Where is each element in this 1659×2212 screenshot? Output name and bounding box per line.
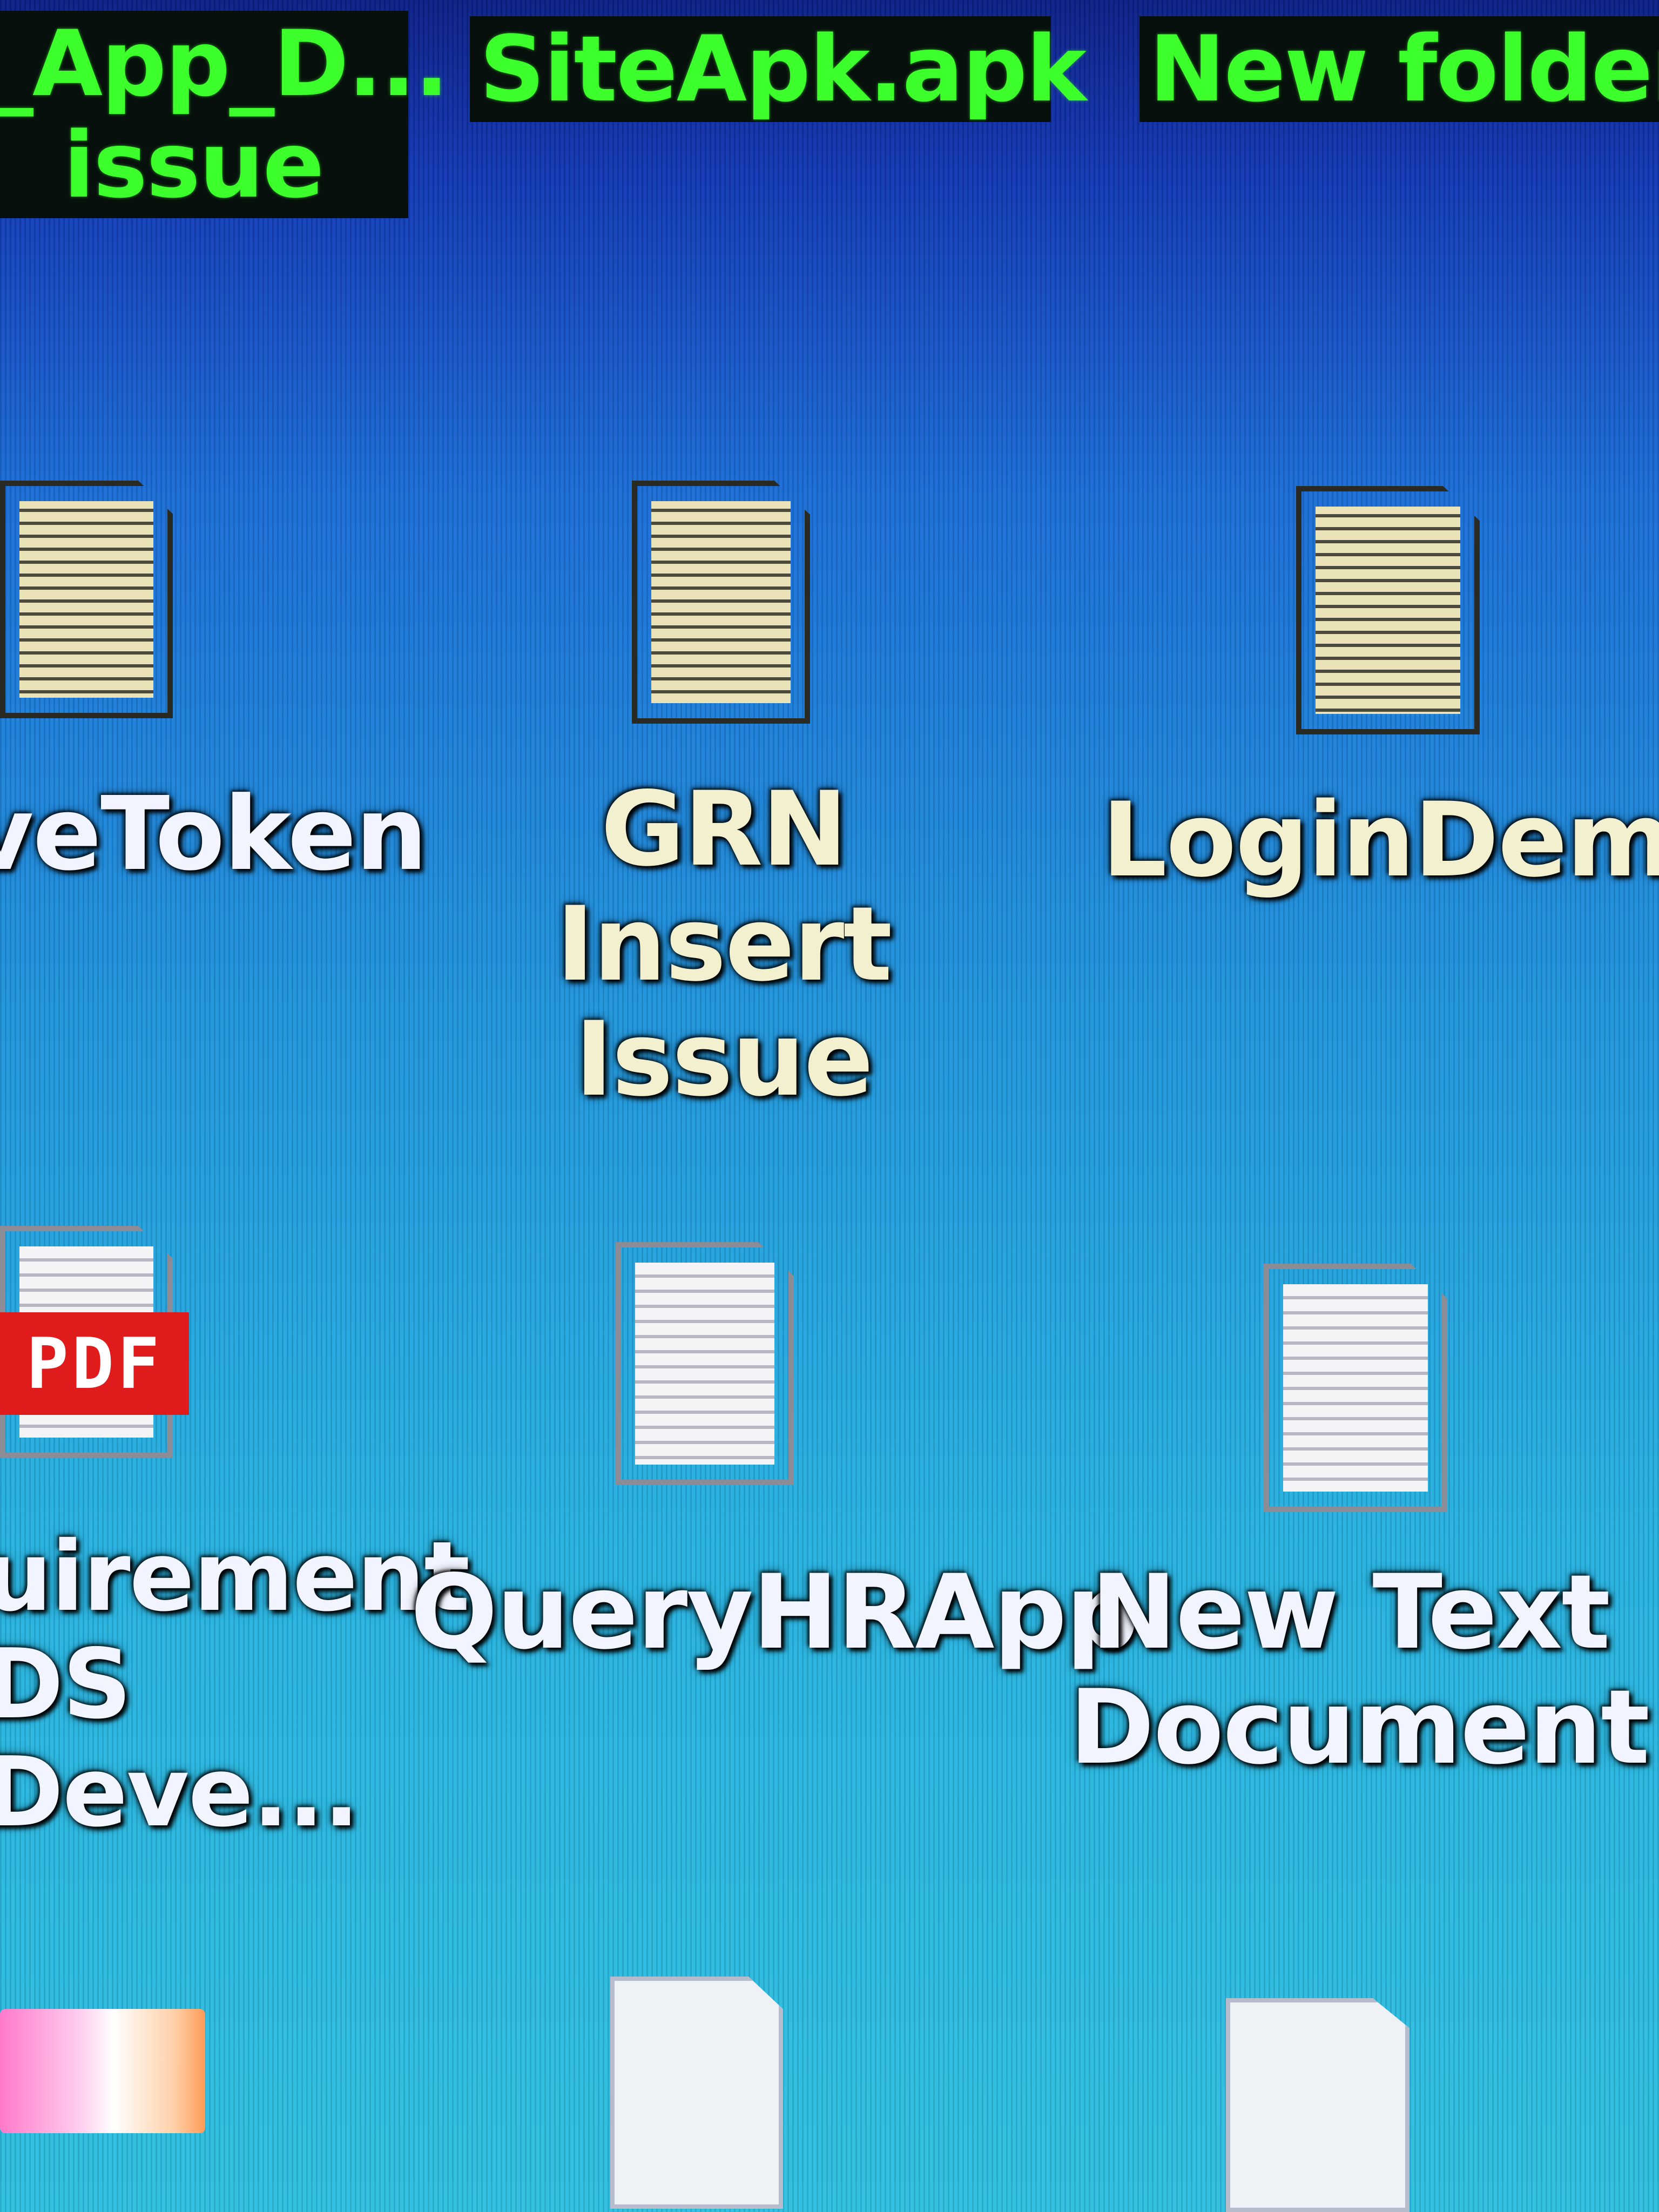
file-icon[interactable] [610,1977,783,2209]
desktop: _App_D... issue SiteApk.apk New folder v… [0,0,1659,2212]
desktop-item-label[interactable]: GRN Insert Issue [454,772,994,1117]
desktop-item-login-demo[interactable] [1296,486,1480,740]
desktop-item-grn-insert-issue[interactable] [632,481,815,729]
pdf-badge: PDF [0,1312,189,1415]
desktop-item-label[interactable]: veToken [0,777,428,892]
desktop-item-query-hr-app[interactable] [616,1242,799,1491]
desktop-item-label[interactable]: SiteApk.apk [470,16,1087,123]
text-document-icon [616,1242,794,1485]
desktop-item-label[interactable]: LoginDemo [1102,783,1659,898]
text-document-icon [1264,1264,1447,1512]
desktop-item-label[interactable]: New Text Document [1069,1555,1650,1785]
desktop-item-requirement-pdf[interactable]: PDF [0,1226,194,1464]
file-icon[interactable] [1226,1998,1410,2212]
desktop-item-label[interactable]: QueryHRApp [410,1555,1139,1670]
desktop-item-label[interactable]: New folder [1139,16,1659,123]
desktop-item-new-text-document[interactable] [1264,1264,1453,1518]
text-document-icon [1296,486,1480,734]
desktop-item-label[interactable]: _App_D... issue [0,11,449,219]
desktop-item-token[interactable] [0,481,178,729]
text-document-icon [0,481,173,718]
desktop-item-label[interactable]: uirement DS Deve... [0,1523,470,1846]
image-file-icon[interactable] [0,2009,205,2133]
text-document-icon [632,481,810,724]
